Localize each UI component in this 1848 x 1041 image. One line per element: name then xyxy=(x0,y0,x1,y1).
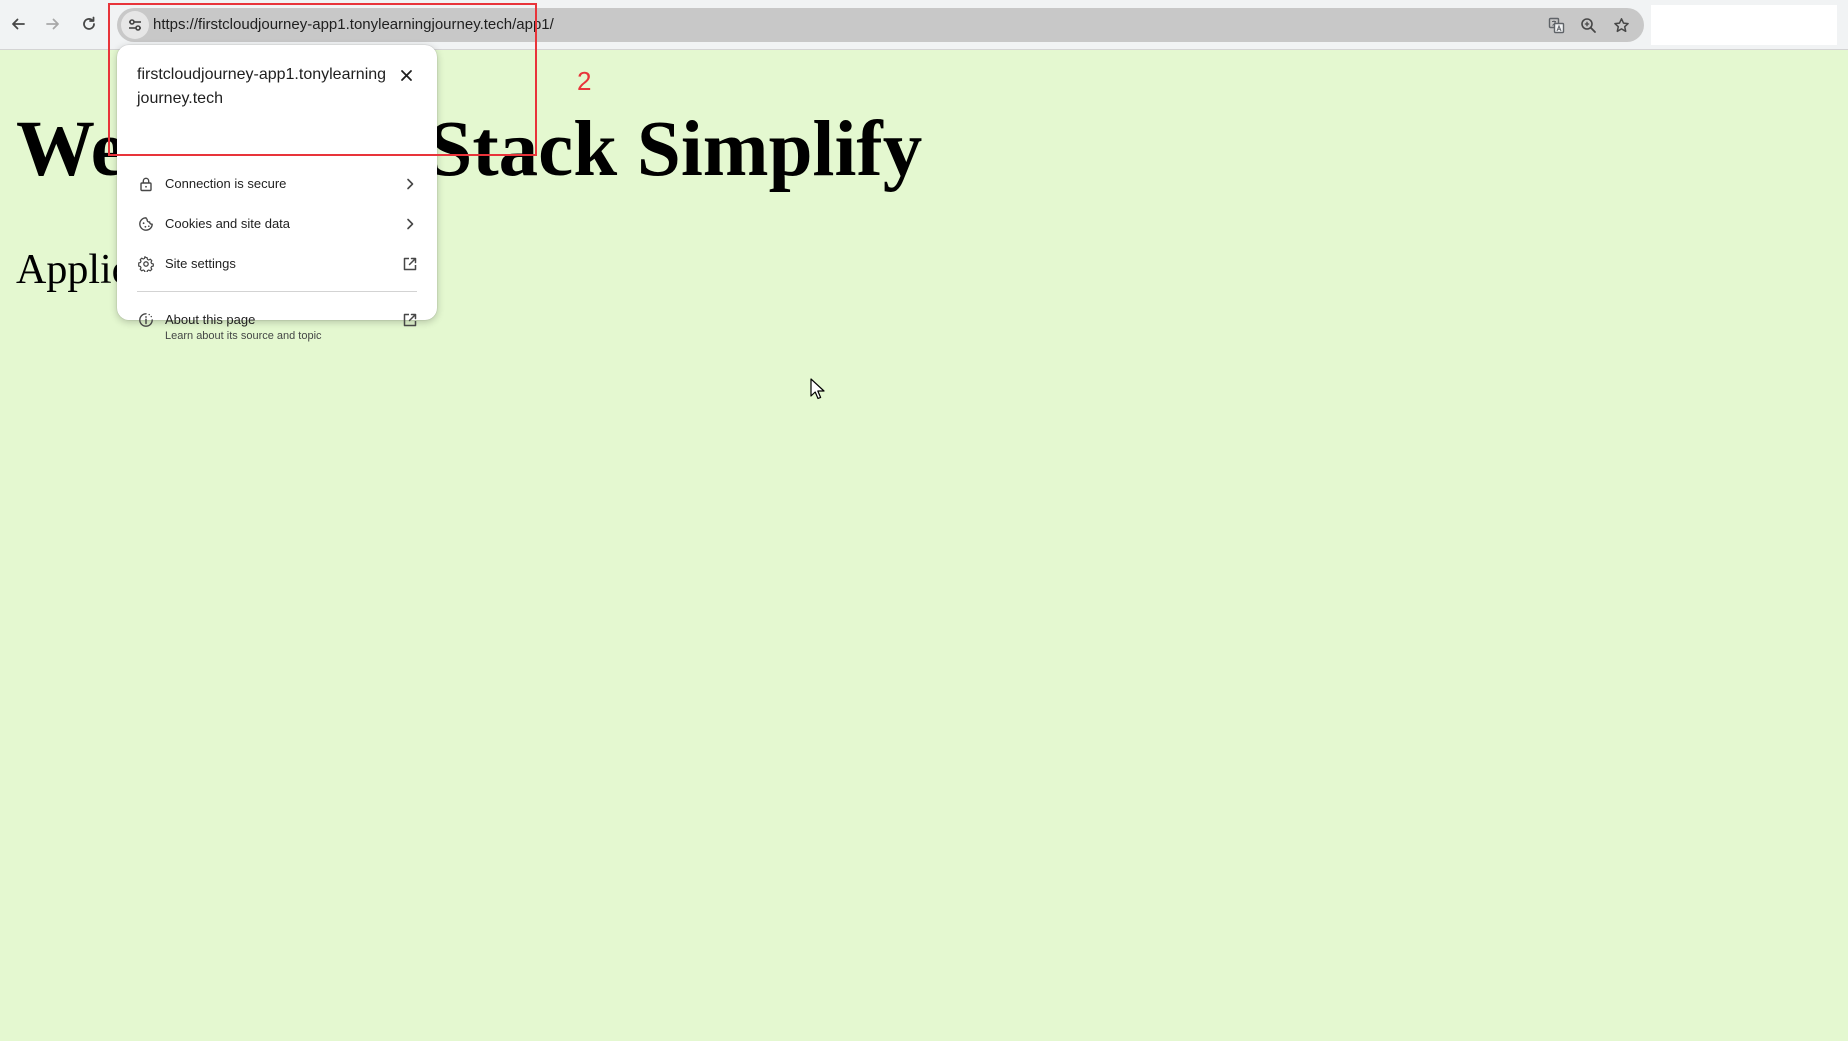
chevron-right-icon xyxy=(402,176,418,192)
popup-divider xyxy=(137,291,417,292)
connection-security-item[interactable]: Connection is secure xyxy=(117,167,437,201)
annotation-step-number: 2 xyxy=(577,66,592,96)
site-settings-label: Site settings xyxy=(165,256,236,271)
translate-icon xyxy=(1548,17,1564,33)
reload-button[interactable] xyxy=(74,9,104,39)
annotation-highlight-box xyxy=(108,3,537,156)
external-link-icon xyxy=(402,256,418,272)
arrow-left-icon xyxy=(12,18,25,30)
lock-icon xyxy=(138,176,154,192)
chevron-right-icon xyxy=(402,216,418,232)
star-icon xyxy=(1613,17,1629,32)
page-info-icon xyxy=(138,312,154,328)
arrow-right-icon xyxy=(46,18,59,30)
bookmark-button[interactable] xyxy=(1611,15,1631,35)
cookies-site-data-label: Cookies and site data xyxy=(165,216,291,231)
zoom-in-icon xyxy=(1580,17,1596,33)
connection-security-label: Connection is secure xyxy=(165,176,287,191)
external-link-icon xyxy=(402,312,418,328)
cookie-icon xyxy=(138,216,154,232)
profile-area xyxy=(1651,5,1837,45)
mouse-cursor-icon xyxy=(810,378,825,400)
forward-button[interactable] xyxy=(38,9,68,39)
site-settings-item[interactable]: Site settings xyxy=(117,247,437,281)
about-this-page-sublabel: Learn about its source and topic xyxy=(165,330,322,342)
reload-icon xyxy=(83,16,95,30)
about-this-page-item[interactable]: About this page Learn about its source a… xyxy=(117,303,437,347)
cookies-site-data-item[interactable]: Cookies and site data xyxy=(117,207,437,241)
gear-icon xyxy=(138,256,154,273)
translate-button[interactable] xyxy=(1546,15,1566,35)
back-button[interactable] xyxy=(3,9,33,39)
zoom-button[interactable] xyxy=(1578,15,1598,35)
about-this-page-label: About this page xyxy=(165,312,256,327)
